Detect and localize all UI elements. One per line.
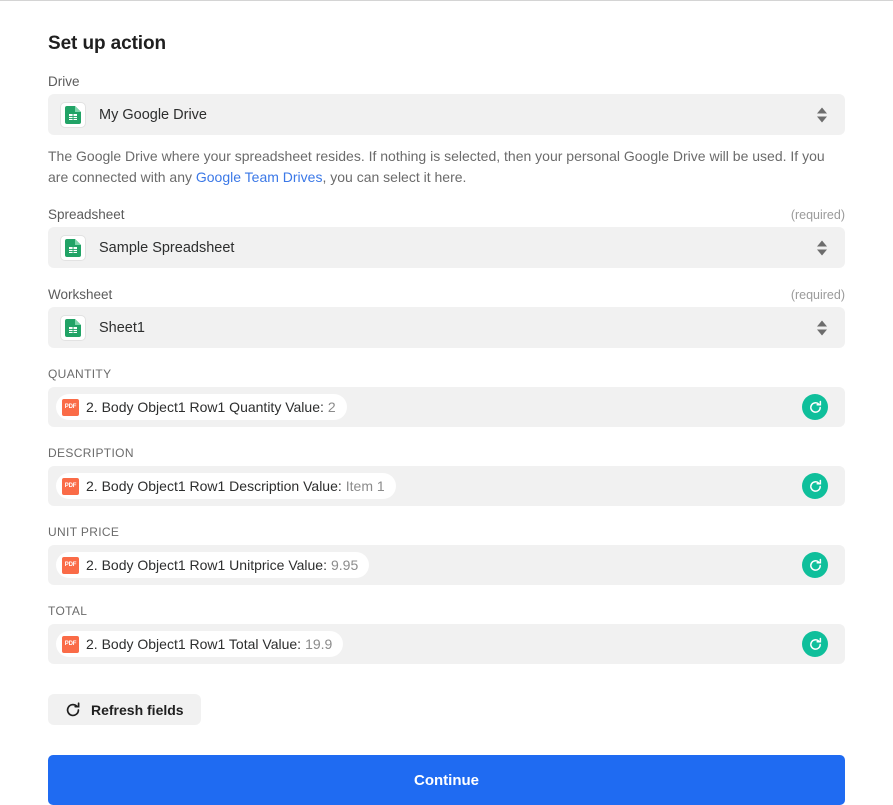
- total-input[interactable]: PDF 2. Body Object1 Row1 Total Value: 19…: [48, 624, 845, 664]
- token-chip-value: 9.95: [331, 557, 358, 573]
- quantity-field-block: QUANTITY PDF 2. Body Object1 Row1 Quanti…: [48, 367, 845, 427]
- spreadsheet-value: Sample Spreadsheet: [99, 240, 234, 256]
- pdf-icon: PDF: [62, 557, 79, 574]
- worksheet-label: Worksheet: [48, 287, 112, 302]
- description-label: DESCRIPTION: [48, 446, 845, 460]
- continue-button[interactable]: Continue: [48, 755, 845, 805]
- token-chip[interactable]: PDF 2. Body Object1 Row1 Unitprice Value…: [56, 552, 369, 578]
- token-chip-value: 19.9: [305, 636, 332, 652]
- token-chip-label: 2. Body Object1 Row1 Description Value:: [86, 478, 342, 494]
- worksheet-required-tag: (required): [791, 288, 845, 302]
- drive-label: Drive: [48, 74, 80, 89]
- token-chip-value: Item 1: [346, 478, 385, 494]
- quantity-input[interactable]: PDF 2. Body Object1 Row1 Quantity Value:…: [48, 387, 845, 427]
- refresh-circle-icon[interactable]: [802, 552, 828, 578]
- total-field-block: TOTAL PDF 2. Body Object1 Row1 Total Val…: [48, 604, 845, 664]
- worksheet-select[interactable]: Sheet1: [48, 307, 845, 348]
- quantity-label: QUANTITY: [48, 367, 845, 381]
- refresh-circle-icon[interactable]: [802, 473, 828, 499]
- chevron-updown-icon[interactable]: [817, 320, 827, 335]
- drive-value: My Google Drive: [99, 107, 207, 123]
- spreadsheet-required-tag: (required): [791, 208, 845, 222]
- refresh-circle-icon[interactable]: [802, 631, 828, 657]
- google-sheets-icon: [60, 315, 86, 341]
- spreadsheet-field-block: Spreadsheet (required) Sample Spreadshee…: [48, 207, 845, 268]
- google-sheets-icon: [60, 235, 86, 261]
- worksheet-label-row: Worksheet (required): [48, 287, 845, 302]
- drive-helper-text: The Google Drive where your spreadsheet …: [48, 146, 845, 188]
- pdf-icon: PDF: [62, 399, 79, 416]
- unit-price-input[interactable]: PDF 2. Body Object1 Row1 Unitprice Value…: [48, 545, 845, 585]
- description-field-block: DESCRIPTION PDF 2. Body Object1 Row1 Des…: [48, 446, 845, 506]
- refresh-fields-button[interactable]: Refresh fields: [48, 694, 201, 725]
- google-sheets-icon: [60, 102, 86, 128]
- token-chip-value: 2: [328, 399, 336, 415]
- total-label: TOTAL: [48, 604, 845, 618]
- token-chip-label: 2. Body Object1 Row1 Quantity Value:: [86, 399, 324, 415]
- pdf-icon: PDF: [62, 478, 79, 495]
- token-chip[interactable]: PDF 2. Body Object1 Row1 Total Value: 19…: [56, 631, 343, 657]
- drive-field-block: Drive My Google Drive The Google Drive w…: [48, 74, 845, 188]
- description-input[interactable]: PDF 2. Body Object1 Row1 Description Val…: [48, 466, 845, 506]
- spreadsheet-label: Spreadsheet: [48, 207, 125, 222]
- pdf-icon: PDF: [62, 636, 79, 653]
- chevron-updown-icon[interactable]: [817, 107, 827, 122]
- refresh-arrow-icon: [65, 702, 81, 718]
- drive-label-row: Drive: [48, 74, 845, 89]
- token-chip[interactable]: PDF 2. Body Object1 Row1 Description Val…: [56, 473, 396, 499]
- spreadsheet-label-row: Spreadsheet (required): [48, 207, 845, 222]
- spreadsheet-select[interactable]: Sample Spreadsheet: [48, 227, 845, 268]
- chevron-updown-icon[interactable]: [817, 240, 827, 255]
- refresh-fields-label: Refresh fields: [91, 702, 184, 718]
- setup-action-panel: Set up action Drive My Google Drive: [0, 0, 893, 805]
- worksheet-value: Sheet1: [99, 320, 145, 336]
- token-chip-label: 2. Body Object1 Row1 Total Value:: [86, 636, 301, 652]
- worksheet-field-block: Worksheet (required) Sheet1: [48, 287, 845, 348]
- google-team-drives-link[interactable]: Google Team Drives: [196, 169, 323, 185]
- drive-select[interactable]: My Google Drive: [48, 94, 845, 135]
- token-chip-label: 2. Body Object1 Row1 Unitprice Value:: [86, 557, 327, 573]
- token-chip[interactable]: PDF 2. Body Object1 Row1 Quantity Value:…: [56, 394, 347, 420]
- refresh-circle-icon[interactable]: [802, 394, 828, 420]
- page-title: Set up action: [48, 0, 845, 55]
- drive-helper-suffix: , you can select it here.: [322, 169, 466, 185]
- unit-price-label: UNIT PRICE: [48, 525, 845, 539]
- unit-price-field-block: UNIT PRICE PDF 2. Body Object1 Row1 Unit…: [48, 525, 845, 585]
